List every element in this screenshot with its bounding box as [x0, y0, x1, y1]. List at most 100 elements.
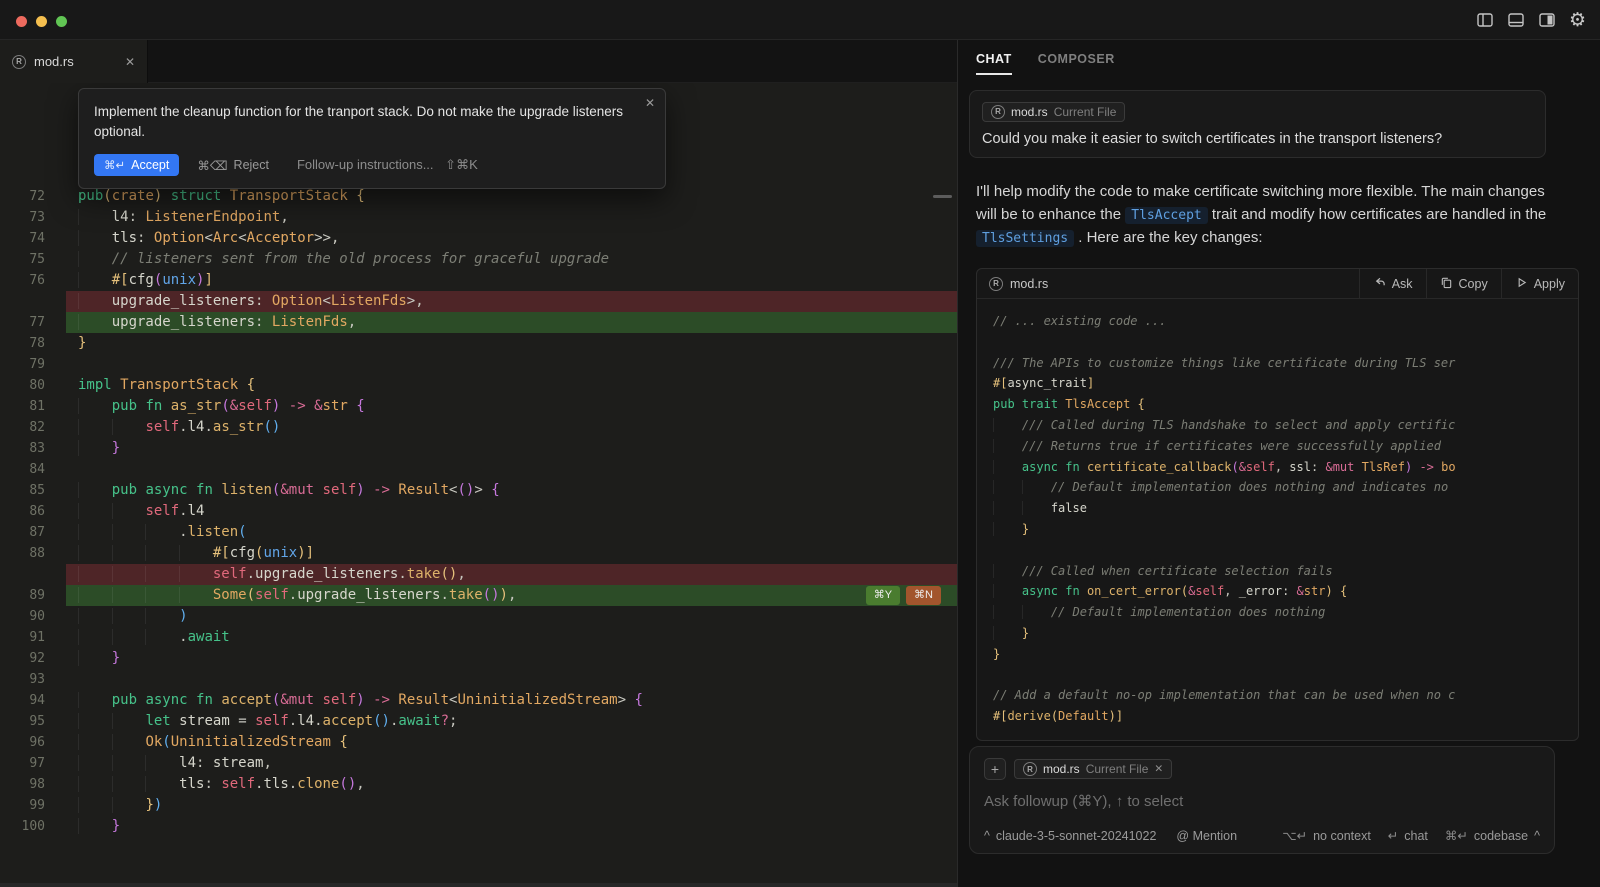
- codebase-hint[interactable]: ⌘↵codebase^: [1445, 828, 1540, 843]
- chat-input[interactable]: Ask followup (⌘Y), ↑ to select: [984, 792, 1540, 810]
- code-text: pub fn as_str(&self) -> &str {: [66, 396, 957, 417]
- line-number: 79: [0, 354, 66, 375]
- line-number: 95: [0, 711, 66, 732]
- code-text: .listen(: [66, 522, 957, 543]
- code-text: #[cfg(unix)]: [66, 543, 957, 564]
- layout-columns-icon[interactable]: [1476, 11, 1494, 29]
- code-line[interactable]: 98 tls: self.tls.clone(),: [0, 774, 957, 795]
- settings-gear-icon[interactable]: ⚙: [1569, 11, 1586, 30]
- rust-file-icon: R: [991, 105, 1005, 119]
- chip-tag: Current File: [1086, 762, 1149, 776]
- model-selector[interactable]: ^ claude-3-5-sonnet-20241022: [984, 829, 1156, 843]
- no-context-hint[interactable]: ⌥↵no context: [1282, 828, 1371, 843]
- code-line[interactable]: 94 pub async fn accept(&mut self) -> Res…: [0, 690, 957, 711]
- close-window-button[interactable]: [16, 16, 27, 27]
- apply-button[interactable]: Apply: [1501, 269, 1578, 298]
- diff-reject-badge[interactable]: ⌘N: [906, 586, 941, 605]
- code-line: [993, 332, 1562, 353]
- code-line[interactable]: 85 pub async fn listen(&mut self) -> Res…: [0, 480, 957, 501]
- code-line[interactable]: 86 self.l4: [0, 501, 957, 522]
- code-line[interactable]: 76 #[cfg(unix)]: [0, 270, 957, 291]
- minimize-window-button[interactable]: [36, 16, 47, 27]
- code-block-filename: R mod.rs: [977, 277, 1359, 291]
- code-editor[interactable]: 72pub(crate) struct TransportStack {73 l…: [0, 83, 957, 887]
- code-text: }: [66, 816, 957, 837]
- code-line[interactable]: 95 let stream = self.l4.accept().await?;: [0, 711, 957, 732]
- line-number: 100: [0, 816, 66, 837]
- code-line: /// Called during TLS handshake to selec…: [993, 415, 1562, 436]
- layout-panel-right-icon[interactable]: [1538, 11, 1556, 29]
- add-context-button[interactable]: +: [984, 758, 1006, 780]
- code-line: pub trait TlsAccept {: [993, 394, 1562, 415]
- accept-button[interactable]: ⌘↵ Accept: [94, 154, 179, 176]
- code-line[interactable]: 99 }): [0, 795, 957, 816]
- action-label: Apply: [1534, 277, 1565, 291]
- tab-close-icon[interactable]: ✕: [125, 55, 135, 69]
- code-text: .await: [66, 627, 957, 648]
- chat-tabs: CHAT COMPOSER: [976, 52, 1115, 75]
- code-text: [66, 669, 957, 690]
- diff-deleted-line[interactable]: self.upgrade_listeners.take(),: [0, 564, 957, 585]
- ask-button[interactable]: Ask: [1359, 269, 1426, 298]
- code-line[interactable]: 92 }: [0, 648, 957, 669]
- code-line[interactable]: 75 // listeners sent from the old proces…: [0, 249, 957, 270]
- line-number: [0, 291, 66, 312]
- code-line: /// Called when certificate selection fa…: [993, 561, 1562, 582]
- mention-button[interactable]: @ Mention: [1176, 829, 1237, 843]
- code-line: [993, 665, 1562, 686]
- context-file-chip[interactable]: R mod.rs Current File: [982, 102, 1125, 122]
- diff-added-line[interactable]: 77 upgrade_listeners: ListenFds,: [0, 312, 957, 333]
- tab-composer[interactable]: COMPOSER: [1038, 52, 1115, 75]
- reject-button[interactable]: ⌘⌫ Reject: [197, 158, 269, 173]
- code-text: upgrade_listeners: ListenFds,: [66, 312, 957, 333]
- code-line[interactable]: 79: [0, 354, 957, 375]
- scrollbar-thumb[interactable]: [933, 195, 952, 198]
- code-line[interactable]: 90 ): [0, 606, 957, 627]
- code-line[interactable]: 81 pub fn as_str(&self) -> &str {: [0, 396, 957, 417]
- line-number: 86: [0, 501, 66, 522]
- code-line[interactable]: 91 .await: [0, 627, 957, 648]
- line-number: 90: [0, 606, 66, 627]
- line-number: 76: [0, 270, 66, 291]
- code-line[interactable]: 73 l4: ListenerEndpoint,: [0, 207, 957, 228]
- prompt-close-icon[interactable]: ✕: [645, 96, 655, 110]
- code-line[interactable]: 100 }: [0, 816, 957, 837]
- diff-added-line[interactable]: 89 Some(self.upgrade_listeners.take()),⌘…: [0, 585, 957, 606]
- diff-deleted-line[interactable]: upgrade_listeners: Option<ListenFds>,: [0, 291, 957, 312]
- code-line[interactable]: 83 }: [0, 438, 957, 459]
- chat-hint[interactable]: ↵chat: [1388, 828, 1428, 843]
- code-line[interactable]: 80impl TransportStack {: [0, 375, 957, 396]
- tab-mod-rs[interactable]: R mod.rs ✕: [0, 40, 148, 83]
- code-line[interactable]: 82 self.l4.as_str(): [0, 417, 957, 438]
- code-line[interactable]: 88 #[cfg(unix)]: [0, 543, 957, 564]
- line-number: 77: [0, 312, 66, 333]
- code-line[interactable]: 87 .listen(: [0, 522, 957, 543]
- tab-chat[interactable]: CHAT: [976, 52, 1012, 75]
- input-context-chip[interactable]: R mod.rs Current File ✕: [1014, 759, 1172, 779]
- diff-action-badges: ⌘Y ⌘N: [866, 586, 941, 605]
- followup-instructions[interactable]: Follow-up instructions... ⇧⌘K: [297, 157, 478, 173]
- code-text: self.l4.as_str(): [66, 417, 957, 438]
- zoom-window-button[interactable]: [56, 16, 67, 27]
- chevron-icon: ^: [984, 829, 990, 843]
- code-line[interactable]: 78}: [0, 333, 957, 354]
- code-line[interactable]: 96 Ok(UninitializedStream {: [0, 732, 957, 753]
- diff-accept-badge[interactable]: ⌘Y: [866, 586, 900, 605]
- code-line[interactable]: 74 tls: Option<Arc<Acceptor>>,: [0, 228, 957, 249]
- code-text: [66, 354, 957, 375]
- code-line[interactable]: 84: [0, 459, 957, 480]
- code-line[interactable]: 97 l4: stream,: [0, 753, 957, 774]
- code-line[interactable]: 72pub(crate) struct TransportStack {: [0, 186, 957, 207]
- code-text: }: [66, 438, 957, 459]
- inline-edit-prompt: ✕ Implement the cleanup function for the…: [78, 88, 666, 189]
- submit-hints: ⌥↵no context ↵chat ⌘↵codebase^: [1282, 828, 1540, 843]
- layout-panel-bottom-icon[interactable]: [1507, 11, 1525, 29]
- code-text: tls: Option<Arc<Acceptor>>,: [66, 228, 957, 249]
- code-line[interactable]: 93: [0, 669, 957, 690]
- chip-close-icon[interactable]: ✕: [1154, 763, 1163, 775]
- line-number: 83: [0, 438, 66, 459]
- code-line: async fn certificate_callback(&self, ssl…: [993, 457, 1562, 478]
- line-number: 72: [0, 186, 66, 207]
- copy-button[interactable]: Copy: [1426, 269, 1501, 298]
- line-number: 74: [0, 228, 66, 249]
